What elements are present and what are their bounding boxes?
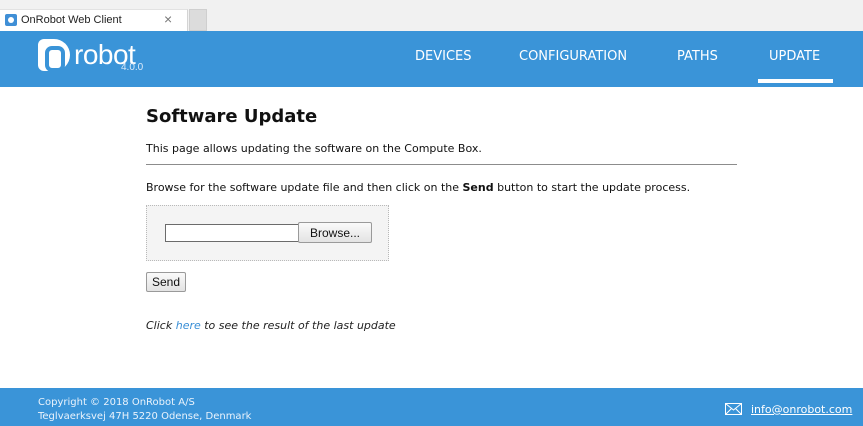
file-path-field[interactable] xyxy=(165,224,299,242)
new-tab-button[interactable] xyxy=(189,9,207,31)
app-header: robot 4.0.0 DEVICES CONFIGURATION PATHS … xyxy=(0,31,863,87)
nav-devices[interactable]: DEVICES xyxy=(415,49,472,64)
send-button[interactable]: Send xyxy=(146,272,186,292)
update-instructions: Browse for the software update file and … xyxy=(146,181,690,194)
nav-paths[interactable]: PATHS xyxy=(677,49,718,64)
copyright-text: Copyright © 2018 OnRobot A/S xyxy=(38,397,195,408)
file-upload-panel: Browse... xyxy=(146,205,389,261)
onrobot-favicon-icon xyxy=(5,14,17,26)
browser-tab-strip: OnRobot Web Client × xyxy=(0,0,863,31)
nav-update[interactable]: UPDATE xyxy=(769,49,820,64)
browse-button[interactable]: Browse... xyxy=(298,222,372,243)
result-text-post: to see the result of the last update xyxy=(200,319,396,332)
browser-tab-title: OnRobot Web Client xyxy=(21,14,122,26)
mail-icon xyxy=(725,403,742,415)
app-version: 4.0.0 xyxy=(121,62,144,73)
close-tab-icon[interactable]: × xyxy=(164,11,172,27)
page-title: Software Update xyxy=(146,106,318,127)
last-update-result-link[interactable]: here xyxy=(176,319,201,332)
instruction-text-pre: Browse for the software update file and … xyxy=(146,181,463,194)
active-nav-indicator xyxy=(758,79,833,83)
result-text-pre: Click xyxy=(146,319,176,332)
last-update-result-text: Click here to see the result of the last… xyxy=(146,319,396,332)
contact-email-link[interactable]: info@onrobot.com xyxy=(751,403,852,416)
onrobot-logo-mark-icon xyxy=(38,39,70,72)
browser-tab[interactable]: OnRobot Web Client × xyxy=(0,9,188,31)
app-footer: Copyright © 2018 OnRobot A/S Teglvaerksv… xyxy=(0,388,863,426)
page-description: This page allows updating the software o… xyxy=(146,142,482,155)
instruction-send-emphasis: Send xyxy=(462,181,494,194)
footer-company-info: Copyright © 2018 OnRobot A/S Teglvaerksv… xyxy=(38,396,251,424)
divider xyxy=(146,164,737,165)
instruction-text-post: button to start the update process. xyxy=(493,181,691,194)
company-address: Teglvaerksvej 47H 5220 Odense, Denmark xyxy=(38,411,252,422)
nav-configuration[interactable]: CONFIGURATION xyxy=(519,49,627,64)
